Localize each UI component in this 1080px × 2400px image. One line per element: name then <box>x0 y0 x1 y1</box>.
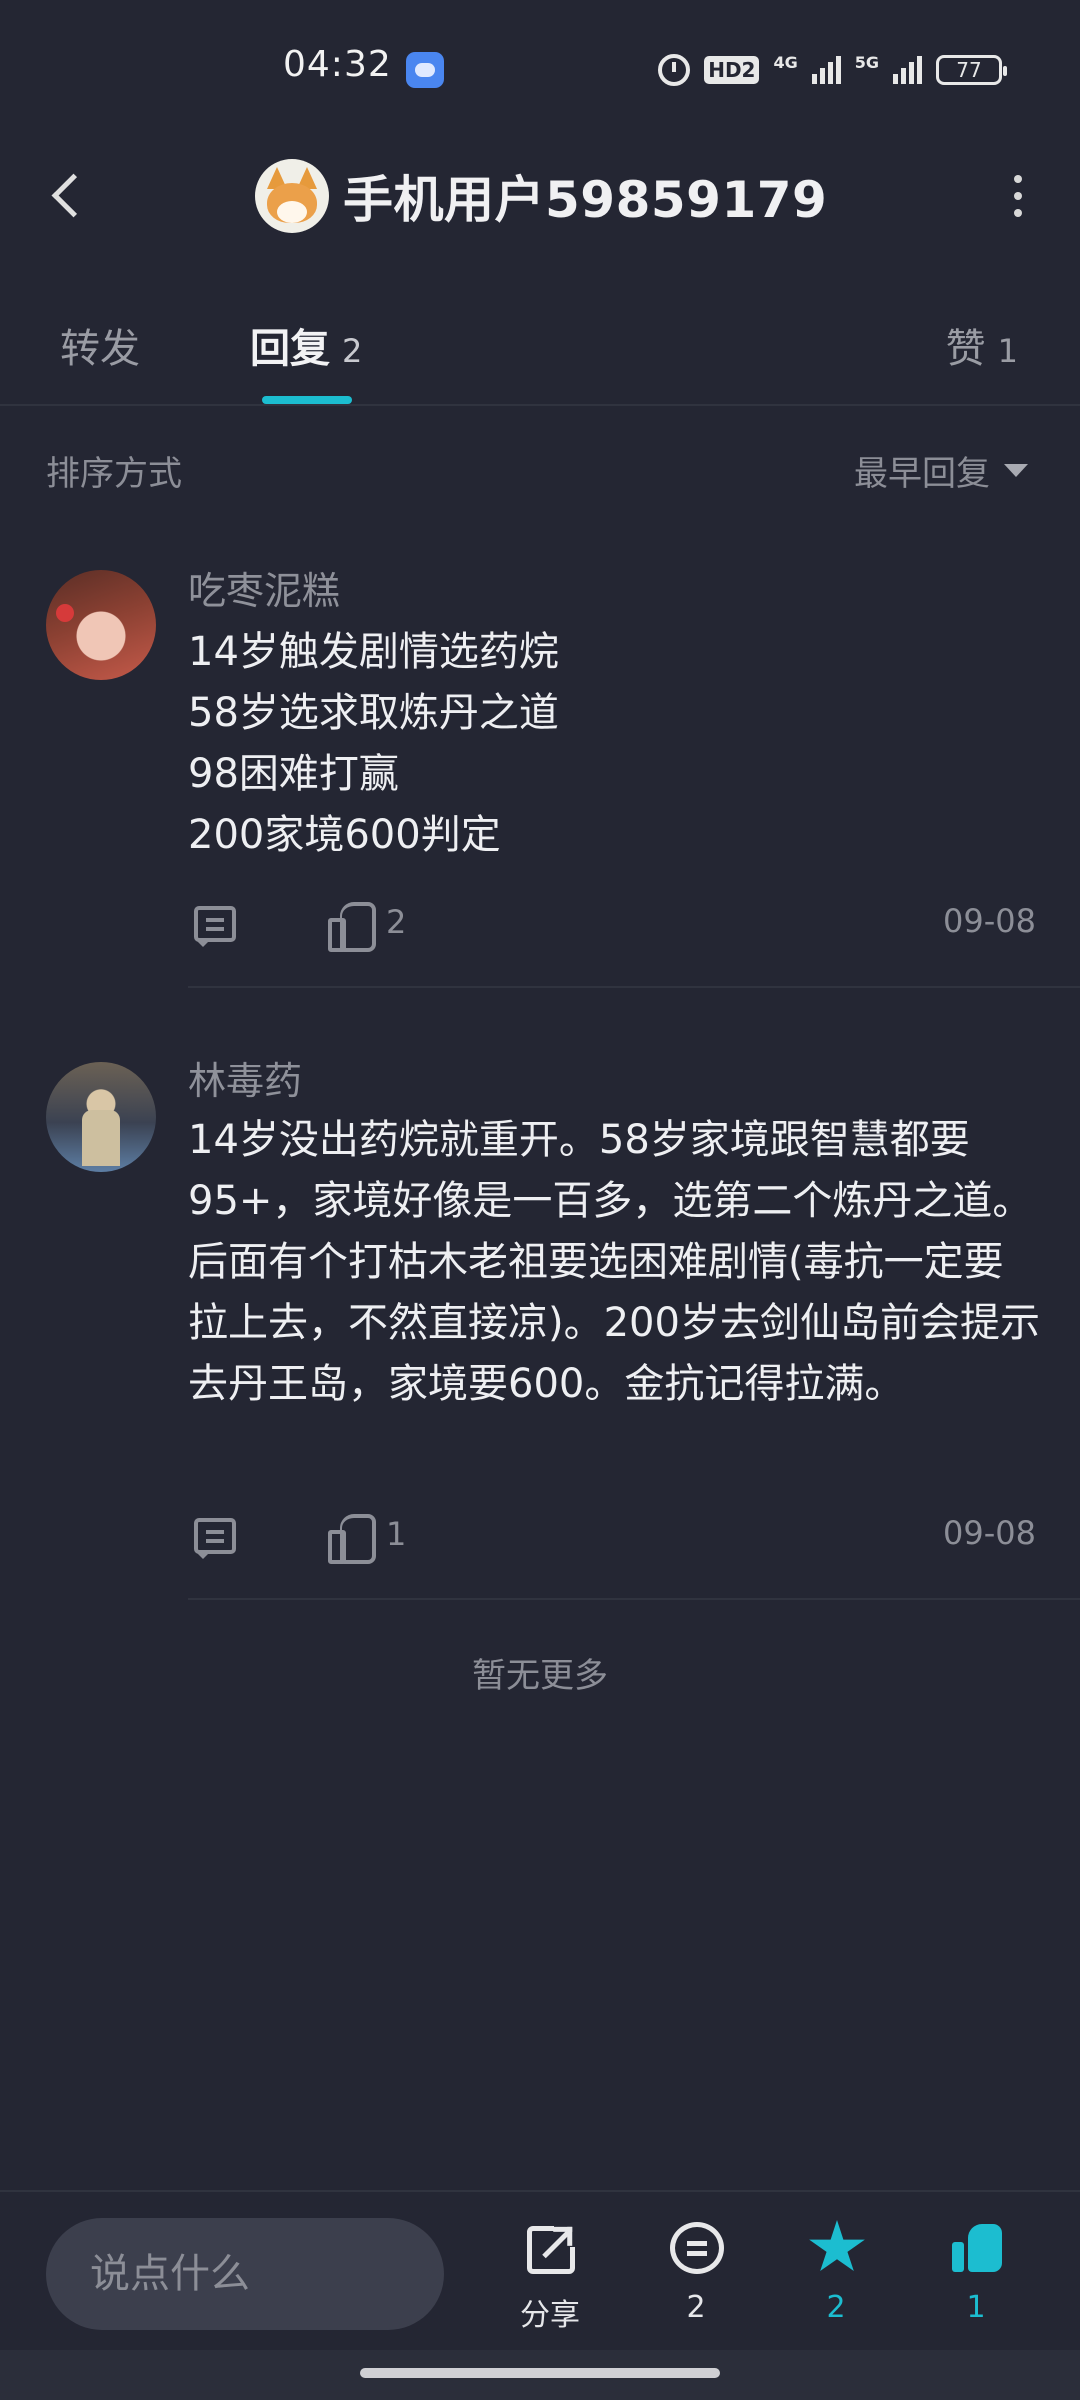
comment-input-wrapper <box>46 2218 444 2330</box>
like-post-count: 1 <box>966 2290 986 2325</box>
thumbs-up-icon <box>328 900 376 952</box>
like-count: 2 <box>386 903 407 941</box>
divider <box>188 1598 1080 1600</box>
reply-icon[interactable] <box>194 906 236 942</box>
network-type-1: 4G <box>773 52 798 72</box>
comment-username[interactable]: 吃枣泥糕 <box>188 560 340 615</box>
share-button[interactable]: 分享 <box>500 2219 600 2333</box>
comment-input[interactable] <box>46 2218 444 2330</box>
tab-like[interactable]: 赞1 <box>946 316 1018 374</box>
comment-body: 14岁触发剧情选药烷 58岁选求取炼丹之道 98困难打赢 200家境600判定 <box>188 629 559 858</box>
end-of-list-text: 暂无更多 <box>472 1656 608 1696</box>
comment-body: 14岁没出药烷就重开。58岁家境跟智慧都要95+，家境好像是一百多，选第二个炼丹… <box>188 1117 1040 1407</box>
avatar[interactable] <box>255 159 329 233</box>
favorite-button[interactable]: 2 <box>786 2220 886 2332</box>
comment-button[interactable]: 2 <box>646 2222 746 2332</box>
alarm-icon <box>658 54 691 86</box>
navigation-gesture-area <box>0 2350 1080 2400</box>
bottom-action-bar: 分享 2 2 1 <box>0 2190 1080 2350</box>
sort-value: 最早回复 <box>854 454 990 494</box>
comment-username[interactable]: 林毒药 <box>188 1050 302 1105</box>
hd-voice-badge: HD2 <box>704 56 760 84</box>
sort-row: 排序方式 最早回复 <box>0 440 1080 500</box>
signal-icon <box>811 56 841 84</box>
reply-icon[interactable] <box>194 1518 236 1554</box>
tab-like-count: 1 <box>997 332 1018 370</box>
signal-icon-2 <box>893 56 922 84</box>
header-user[interactable]: 手机用户59859179 <box>255 156 827 236</box>
network-type-2: 5G <box>854 52 879 72</box>
comment-count: 2 <box>686 2290 706 2325</box>
chat-bubble-icon <box>670 2222 724 2274</box>
divider <box>188 986 1080 988</box>
header: 手机用户59859179 <box>0 140 1080 252</box>
like-button[interactable]: 1 <box>328 1512 407 1564</box>
favorite-count: 2 <box>826 2290 846 2325</box>
tab-forward-label: 转发 <box>60 326 140 372</box>
home-indicator[interactable] <box>360 2368 720 2378</box>
comment-actions: 1 09-08 <box>188 1510 1040 1566</box>
star-icon <box>809 2220 865 2271</box>
caret-down-icon <box>1004 464 1028 477</box>
page-title: 手机用户59859179 <box>343 171 828 229</box>
back-button[interactable] <box>40 168 96 224</box>
like-button[interactable]: 2 <box>328 900 407 952</box>
comment-actions: 2 09-08 <box>188 898 1040 954</box>
comment-date: 09-08 <box>943 1514 1036 1552</box>
status-bar: 04:32 HD2 4G 5G 77 <box>0 0 1080 140</box>
tab-reply-count: 2 <box>342 332 363 370</box>
like-count: 1 <box>386 1515 407 1553</box>
tab-reply-label: 回复 <box>250 326 330 372</box>
share-label: 分享 <box>520 2298 580 2333</box>
tab-bar: 转发 回复 2 赞1 <box>0 290 1080 406</box>
active-tab-indicator <box>262 396 352 404</box>
sort-dropdown[interactable]: 最早回复 <box>854 446 1028 495</box>
comment-date: 09-08 <box>943 902 1036 940</box>
reply-detail-page: 04:32 HD2 4G 5G 77 手机用户59859179 转发 回复 2 <box>0 0 1080 2400</box>
status-indicators: HD2 4G 5G 77 <box>658 52 1007 88</box>
sort-label: 排序方式 <box>46 454 182 494</box>
more-options-button[interactable] <box>992 170 1044 222</box>
tab-like-label: 赞 <box>945 326 986 372</box>
avatar[interactable] <box>46 1062 156 1172</box>
avatar[interactable] <box>46 570 156 680</box>
battery-icon: 77 <box>936 55 1007 85</box>
status-time: 04:32 <box>283 44 392 85</box>
tab-forward[interactable]: 转发 <box>60 316 140 374</box>
like-post-button[interactable]: 1 <box>926 2222 1026 2332</box>
app-notification-icon <box>406 52 444 88</box>
thumbs-up-filled-icon <box>952 2222 1004 2274</box>
tab-reply[interactable]: 回复 2 <box>250 316 362 374</box>
thumbs-up-icon <box>328 1512 376 1564</box>
